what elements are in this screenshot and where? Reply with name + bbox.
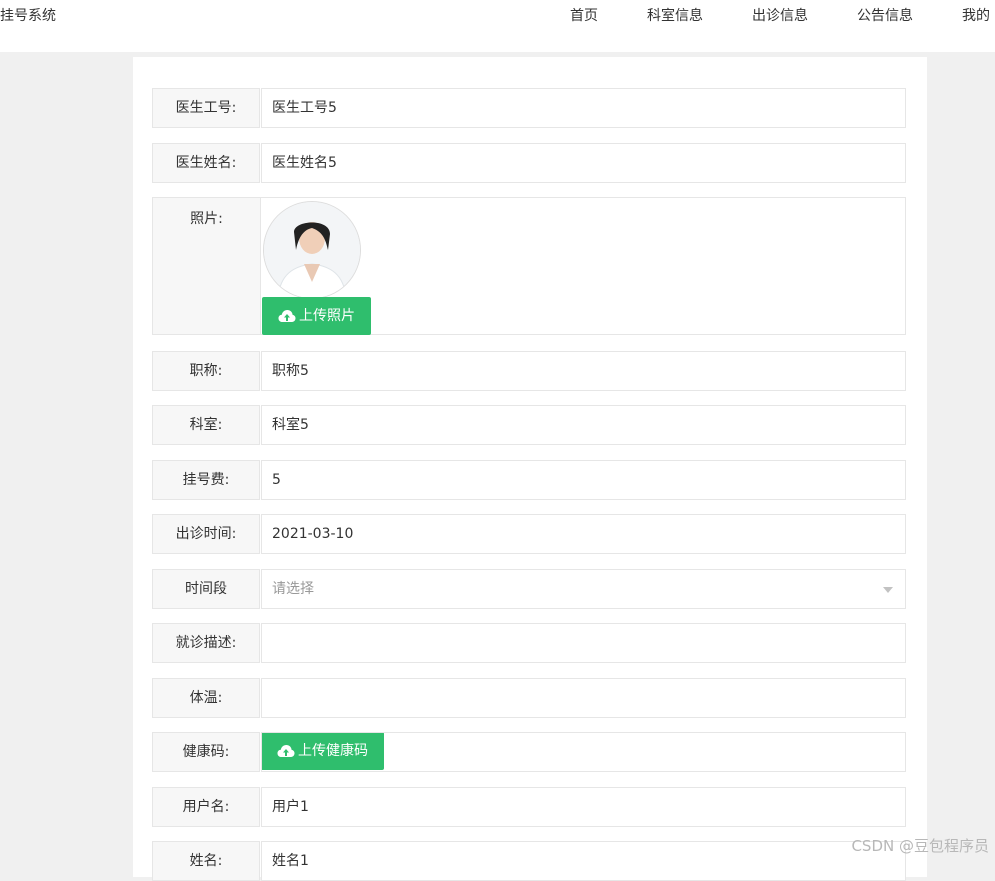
temperature-input[interactable] [261, 678, 906, 718]
health-code-label: 健康码: [152, 732, 260, 772]
temperature-label: 体温: [152, 678, 260, 718]
department-input[interactable]: 科室5 [261, 405, 906, 445]
form-panel: 医生工号: 医生工号5 医生姓名: 医生姓名5 照片: 上传照片 职称: 职称5… [133, 57, 927, 881]
doctor-photo [263, 201, 361, 299]
upload-health-code-button[interactable]: 上传健康码 [262, 733, 384, 770]
brand-title: 挂号系统 [0, 8, 56, 24]
nav-home[interactable]: 首页 [570, 5, 598, 25]
row-photo: 照片: 上传照片 [152, 197, 906, 335]
doctor-id-label: 医生工号: [152, 88, 260, 128]
fee-input[interactable]: 5 [261, 460, 906, 500]
title-label: 职称: [152, 351, 260, 391]
username-input[interactable]: 用户1 [261, 787, 906, 827]
time-slot-label: 时间段 [152, 569, 260, 609]
upload-photo-button[interactable]: 上传照片 [262, 297, 371, 335]
cloud-upload-icon [278, 310, 296, 322]
username-label: 用户名: [152, 787, 260, 827]
time-slot-select[interactable]: 请选择 [261, 569, 906, 609]
row-time-slot: 时间段 请选择 [152, 569, 906, 609]
row-visit-time: 出诊时间: 2021-03-10 [152, 514, 906, 554]
photo-label: 照片: [153, 198, 261, 334]
row-temperature: 体温: [152, 678, 906, 718]
visit-time-input[interactable]: 2021-03-10 [261, 514, 906, 554]
row-fee: 挂号费: 5 [152, 460, 906, 500]
row-doctor-name: 医生姓名: 医生姓名5 [152, 143, 906, 183]
description-input[interactable] [261, 623, 906, 663]
nav-mine[interactable]: 我的 [962, 5, 990, 25]
row-username: 用户名: 用户1 [152, 787, 906, 827]
fullname-label: 姓名: [152, 841, 260, 881]
description-label: 就诊描述: [152, 623, 260, 663]
nav-schedule[interactable]: 出诊信息 [752, 5, 808, 25]
top-navbar: 挂号系统 首页 科室信息 出诊信息 公告信息 我的 [0, 0, 995, 52]
health-code-field: 上传健康码 [261, 732, 906, 772]
time-slot-placeholder: 请选择 [272, 581, 314, 597]
watermark: CSDN @豆包程序员 [851, 837, 989, 855]
nav-departments[interactable]: 科室信息 [647, 5, 703, 25]
row-title: 职称: 职称5 [152, 351, 906, 391]
chevron-down-icon [883, 587, 893, 593]
row-fullname: 姓名: 姓名1 [152, 841, 906, 881]
fee-label: 挂号费: [152, 460, 260, 500]
row-health-code: 健康码: 上传健康码 [152, 732, 906, 772]
visit-time-label: 出诊时间: [152, 514, 260, 554]
upload-health-code-label: 上传健康码 [298, 743, 368, 759]
nav-announcements[interactable]: 公告信息 [857, 5, 913, 25]
upload-photo-label: 上传照片 [299, 308, 355, 324]
row-description: 就诊描述: [152, 623, 906, 663]
department-label: 科室: [152, 405, 260, 445]
fullname-input[interactable]: 姓名1 [261, 841, 906, 881]
doctor-id-input[interactable]: 医生工号5 [261, 88, 906, 128]
title-input[interactable]: 职称5 [261, 351, 906, 391]
row-department: 科室: 科室5 [152, 405, 906, 445]
doctor-name-input[interactable]: 医生姓名5 [261, 143, 906, 183]
cloud-upload-icon [277, 745, 295, 757]
row-doctor-id: 医生工号: 医生工号5 [152, 88, 906, 128]
doctor-name-label: 医生姓名: [152, 143, 260, 183]
